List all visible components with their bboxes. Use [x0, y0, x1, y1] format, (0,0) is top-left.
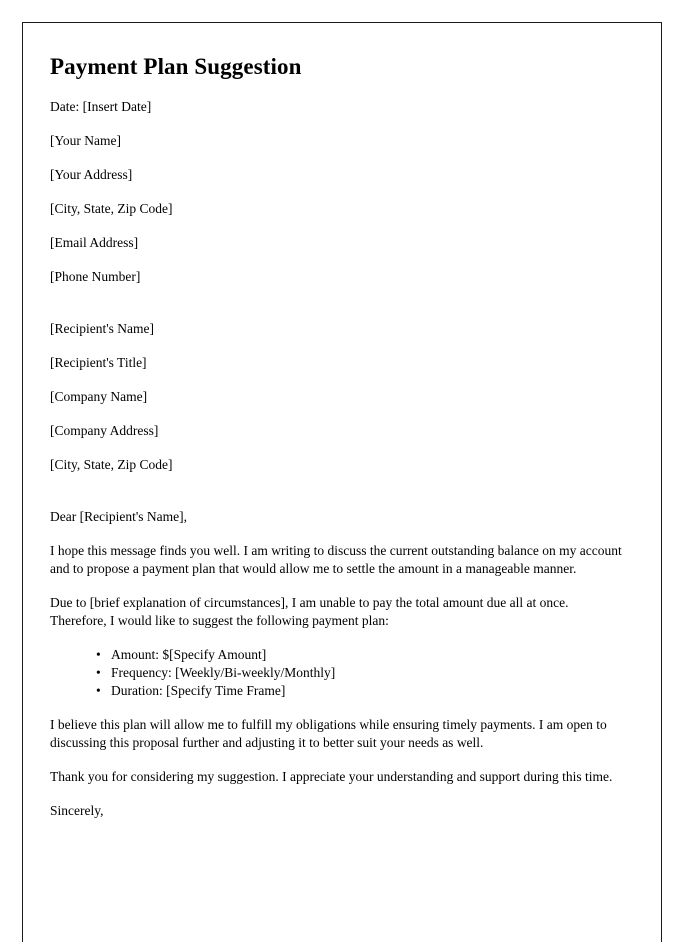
document-page: Payment Plan Suggestion Date: [Insert Da…: [22, 22, 662, 942]
body-paragraph-2: Due to [brief explanation of circumstanc…: [50, 594, 569, 628]
body-paragraph-1: I hope this message finds you well. I am…: [50, 542, 622, 576]
date-line: Date: [Insert Date]: [50, 98, 152, 114]
sender-name-line: [Your Name]: [50, 132, 121, 148]
list-item-label: Amount: $[Specify Amount]: [111, 646, 267, 662]
payment-plan-list: • Amount: $[Specify Amount] • Frequency:…: [50, 646, 628, 700]
recipient-city-line: [City, State, Zip Code]: [50, 456, 173, 472]
list-item-label: Duration: [Specify Time Frame]: [111, 682, 286, 698]
list-item: • Duration: [Specify Time Frame]: [50, 682, 628, 700]
recipient-company-address-line: [Company Address]: [50, 422, 159, 438]
recipient-company-line: [Company Name]: [50, 388, 148, 404]
document-body: Payment Plan Suggestion Date: [Insert Da…: [50, 53, 628, 820]
list-item: • Amount: $[Specify Amount]: [50, 646, 628, 664]
recipient-salutation-spacer: [50, 474, 628, 508]
sign-off: Sincerely,: [50, 802, 104, 818]
sender-email-line: [Email Address]: [50, 234, 139, 250]
list-item: • Frequency: [Weekly/Bi-weekly/Monthly]: [50, 664, 628, 682]
sender-city-line: [City, State, Zip Code]: [50, 200, 173, 216]
bullet-icon: •: [96, 682, 101, 698]
title-spacer: [50, 81, 628, 98]
page-title: Payment Plan Suggestion: [50, 54, 302, 79]
salutation: Dear [Recipient's Name],: [50, 508, 187, 524]
sender-recipient-spacer: [50, 286, 628, 320]
sender-address-line: [Your Address]: [50, 166, 133, 182]
closing-paragraph-1: I believe this plan will allow me to ful…: [50, 716, 607, 750]
recipient-title-line: [Recipient's Title]: [50, 354, 147, 370]
closing-paragraph-2: Thank you for considering my suggestion.…: [50, 768, 613, 784]
sender-phone-line: [Phone Number]: [50, 268, 141, 284]
bullet-icon: •: [96, 664, 101, 680]
bullet-icon: •: [96, 646, 101, 662]
list-item-label: Frequency: [Weekly/Bi-weekly/Monthly]: [111, 664, 336, 680]
recipient-name-line: [Recipient's Name]: [50, 320, 155, 336]
